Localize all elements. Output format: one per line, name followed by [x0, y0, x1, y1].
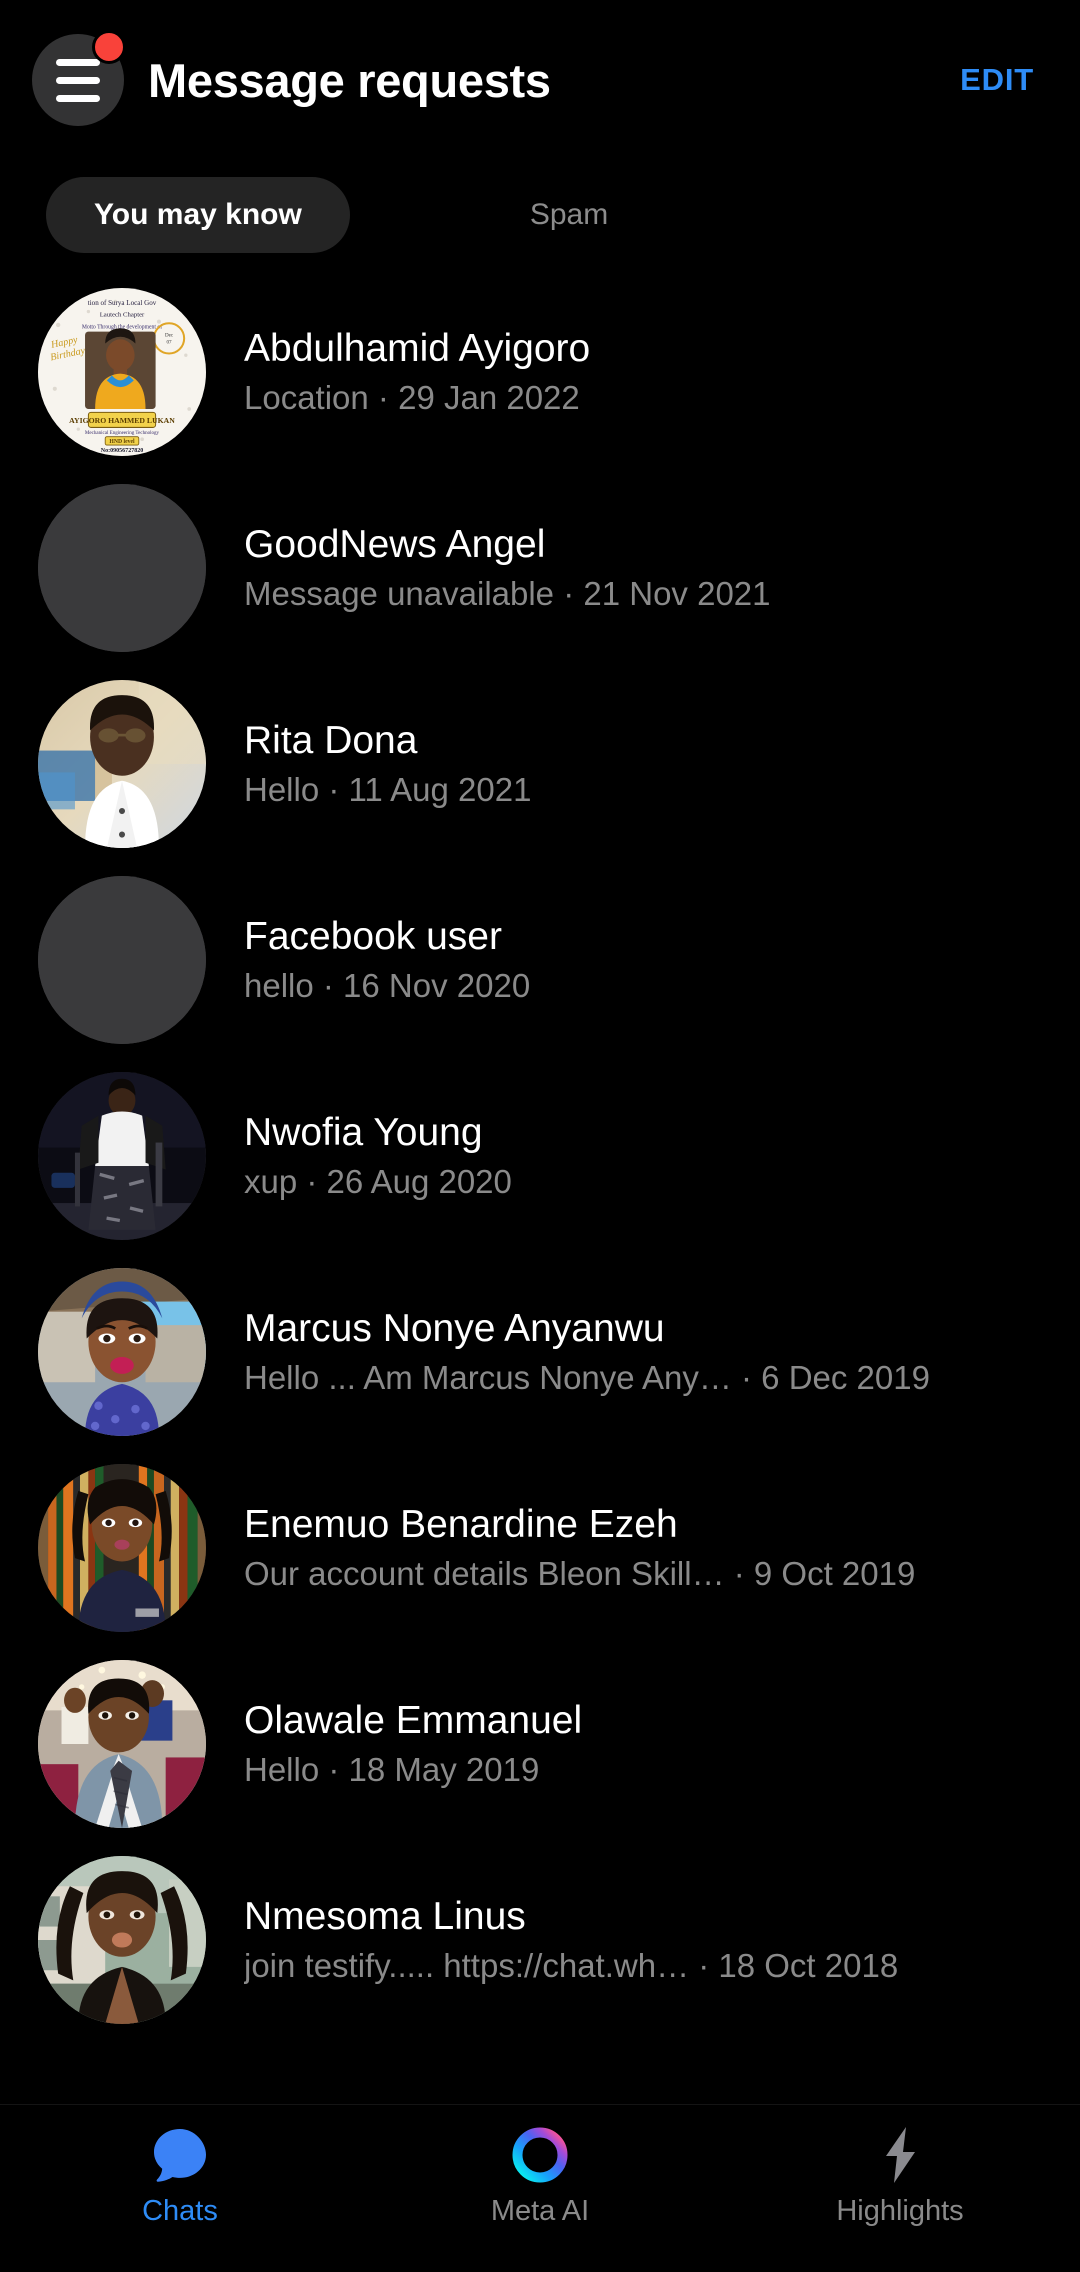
contact-name: Nmesoma Linus — [244, 1895, 526, 1939]
contact-name: Rita Dona — [244, 719, 418, 763]
nav-item-chats[interactable]: Chats — [0, 2123, 360, 2226]
list-item[interactable]: GoodNews Angel Message unavailable · 21 … — [0, 470, 1080, 666]
bottom-navigation: Chats Meta AI Highlights — [0, 2104, 1080, 2272]
contact-name: Olawale Emmanuel — [244, 1699, 583, 1743]
edit-button[interactable]: EDIT — [960, 62, 1034, 98]
list-item-text: Enemuo Benardine Ezeh Our account detail… — [244, 1503, 1034, 1593]
avatar[interactable] — [38, 1268, 206, 1436]
list-item-text: Facebook user hello · 16 Nov 2020 — [244, 915, 1034, 1005]
message-preview: Hello · 18 May 2019 — [244, 1751, 540, 1788]
message-requests-screen: Message requests EDIT You may know Spam … — [0, 0, 1080, 2272]
tab-spam[interactable]: Spam — [482, 177, 656, 253]
contact-name: GoodNews Angel — [244, 523, 546, 567]
list-item[interactable]: Nmesoma Linus join testify..... https://… — [0, 1842, 1080, 2038]
avatar[interactable] — [38, 484, 206, 652]
avatar[interactable] — [38, 1856, 206, 2024]
contact-name: Facebook user — [244, 915, 502, 959]
list-item-text: Nmesoma Linus join testify..... https://… — [244, 1895, 1034, 1985]
avatar[interactable] — [38, 1072, 206, 1240]
svg-text:Mechanical Engineering Technol: Mechanical Engineering Technology — [85, 430, 160, 436]
list-item[interactable]: Enemuo Benardine Ezeh Our account detail… — [0, 1450, 1080, 1646]
contact-name: Enemuo Benardine Ezeh — [244, 1503, 678, 1547]
filter-tabs: You may know Spam — [0, 160, 1080, 270]
message-request-list: tion of Surya Local Gov Lautech Chapter … — [0, 270, 1080, 2104]
list-item-text: GoodNews Angel Message unavailable · 21 … — [244, 523, 1034, 613]
svg-text:No:09056727820: No:09056727820 — [101, 448, 144, 454]
list-item[interactable]: Olawale Emmanuel Hello · 18 May 2019 — [0, 1646, 1080, 1842]
message-preview: Message unavailable · 21 Nov 2021 — [244, 575, 771, 612]
nav-label-meta-ai: Meta AI — [490, 2195, 590, 2227]
lightning-bolt-icon — [886, 2127, 915, 2183]
list-item[interactable]: tion of Surya Local Gov Lautech Chapter … — [0, 274, 1080, 470]
svg-text:Dec: Dec — [165, 333, 174, 339]
chat-bubble-icon — [154, 2129, 206, 2182]
svg-text:tion of Surya Local Gov: tion of Surya Local Gov — [88, 299, 157, 307]
message-preview: Our account details Bleon Skill… · 9 Oct… — [244, 1555, 916, 1592]
nav-label-highlights: Highlights — [836, 2195, 964, 2227]
nav-item-highlights[interactable]: Highlights — [720, 2123, 1080, 2226]
contact-name: Abdulhamid Ayigoro — [244, 327, 591, 371]
message-preview: xup · 26 Aug 2020 — [244, 1163, 512, 1200]
avatar[interactable] — [38, 680, 206, 848]
list-item[interactable]: Rita Dona Hello · 11 Aug 2021 — [0, 666, 1080, 862]
avatar[interactable]: tion of Surya Local Gov Lautech Chapter … — [38, 288, 206, 456]
svg-text:Lautech Chapter: Lautech Chapter — [100, 312, 145, 319]
page-title: Message requests — [148, 53, 551, 107]
list-item[interactable]: Marcus Nonye Anyanwu Hello ... Am Marcus… — [0, 1254, 1080, 1450]
list-item-text: Abdulhamid Ayigoro Location · 29 Jan 202… — [244, 327, 1034, 417]
message-preview: Hello · 11 Aug 2021 — [244, 771, 532, 808]
contact-name: Marcus Nonye Anyanwu — [244, 1307, 665, 1351]
avatar[interactable] — [38, 1464, 206, 1632]
list-item[interactable]: Facebook user hello · 16 Nov 2020 — [0, 862, 1080, 1058]
list-item-text: Olawale Emmanuel Hello · 18 May 2019 — [244, 1699, 1034, 1789]
message-preview: Location · 29 Jan 2022 — [244, 379, 580, 416]
message-preview: hello · 16 Nov 2020 — [244, 967, 531, 1004]
list-item-text: Rita Dona Hello · 11 Aug 2021 — [244, 719, 1034, 809]
avatar[interactable] — [38, 876, 206, 1044]
nav-item-meta-ai[interactable]: Meta AI — [360, 2123, 720, 2226]
list-item-text: Nwofia Young xup · 26 Aug 2020 — [244, 1111, 1034, 1201]
svg-text:HND level: HND level — [109, 439, 135, 445]
svg-text:07: 07 — [167, 339, 173, 345]
svg-text:AYIGORO HAMMED LUKAN: AYIGORO HAMMED LUKAN — [69, 416, 175, 425]
notification-dot-icon — [92, 30, 126, 64]
nav-label-chats: Chats — [142, 2195, 218, 2227]
message-preview: join testify..... https://chat.wh… · 18 … — [244, 1947, 899, 1984]
app-header: Message requests EDIT — [0, 0, 1080, 160]
avatar[interactable] — [38, 1660, 206, 1828]
hamburger-menu-button[interactable] — [32, 30, 126, 126]
contact-name: Nwofia Young — [244, 1111, 483, 1155]
meta-ai-ring-icon — [512, 2127, 568, 2183]
tab-you-may-know[interactable]: You may know — [46, 177, 350, 253]
list-item[interactable]: Nwofia Young xup · 26 Aug 2020 — [0, 1058, 1080, 1254]
list-item-text: Marcus Nonye Anyanwu Hello ... Am Marcus… — [244, 1307, 1034, 1397]
message-preview: Hello ... Am Marcus Nonye Any… · 6 Dec 2… — [244, 1359, 930, 1396]
